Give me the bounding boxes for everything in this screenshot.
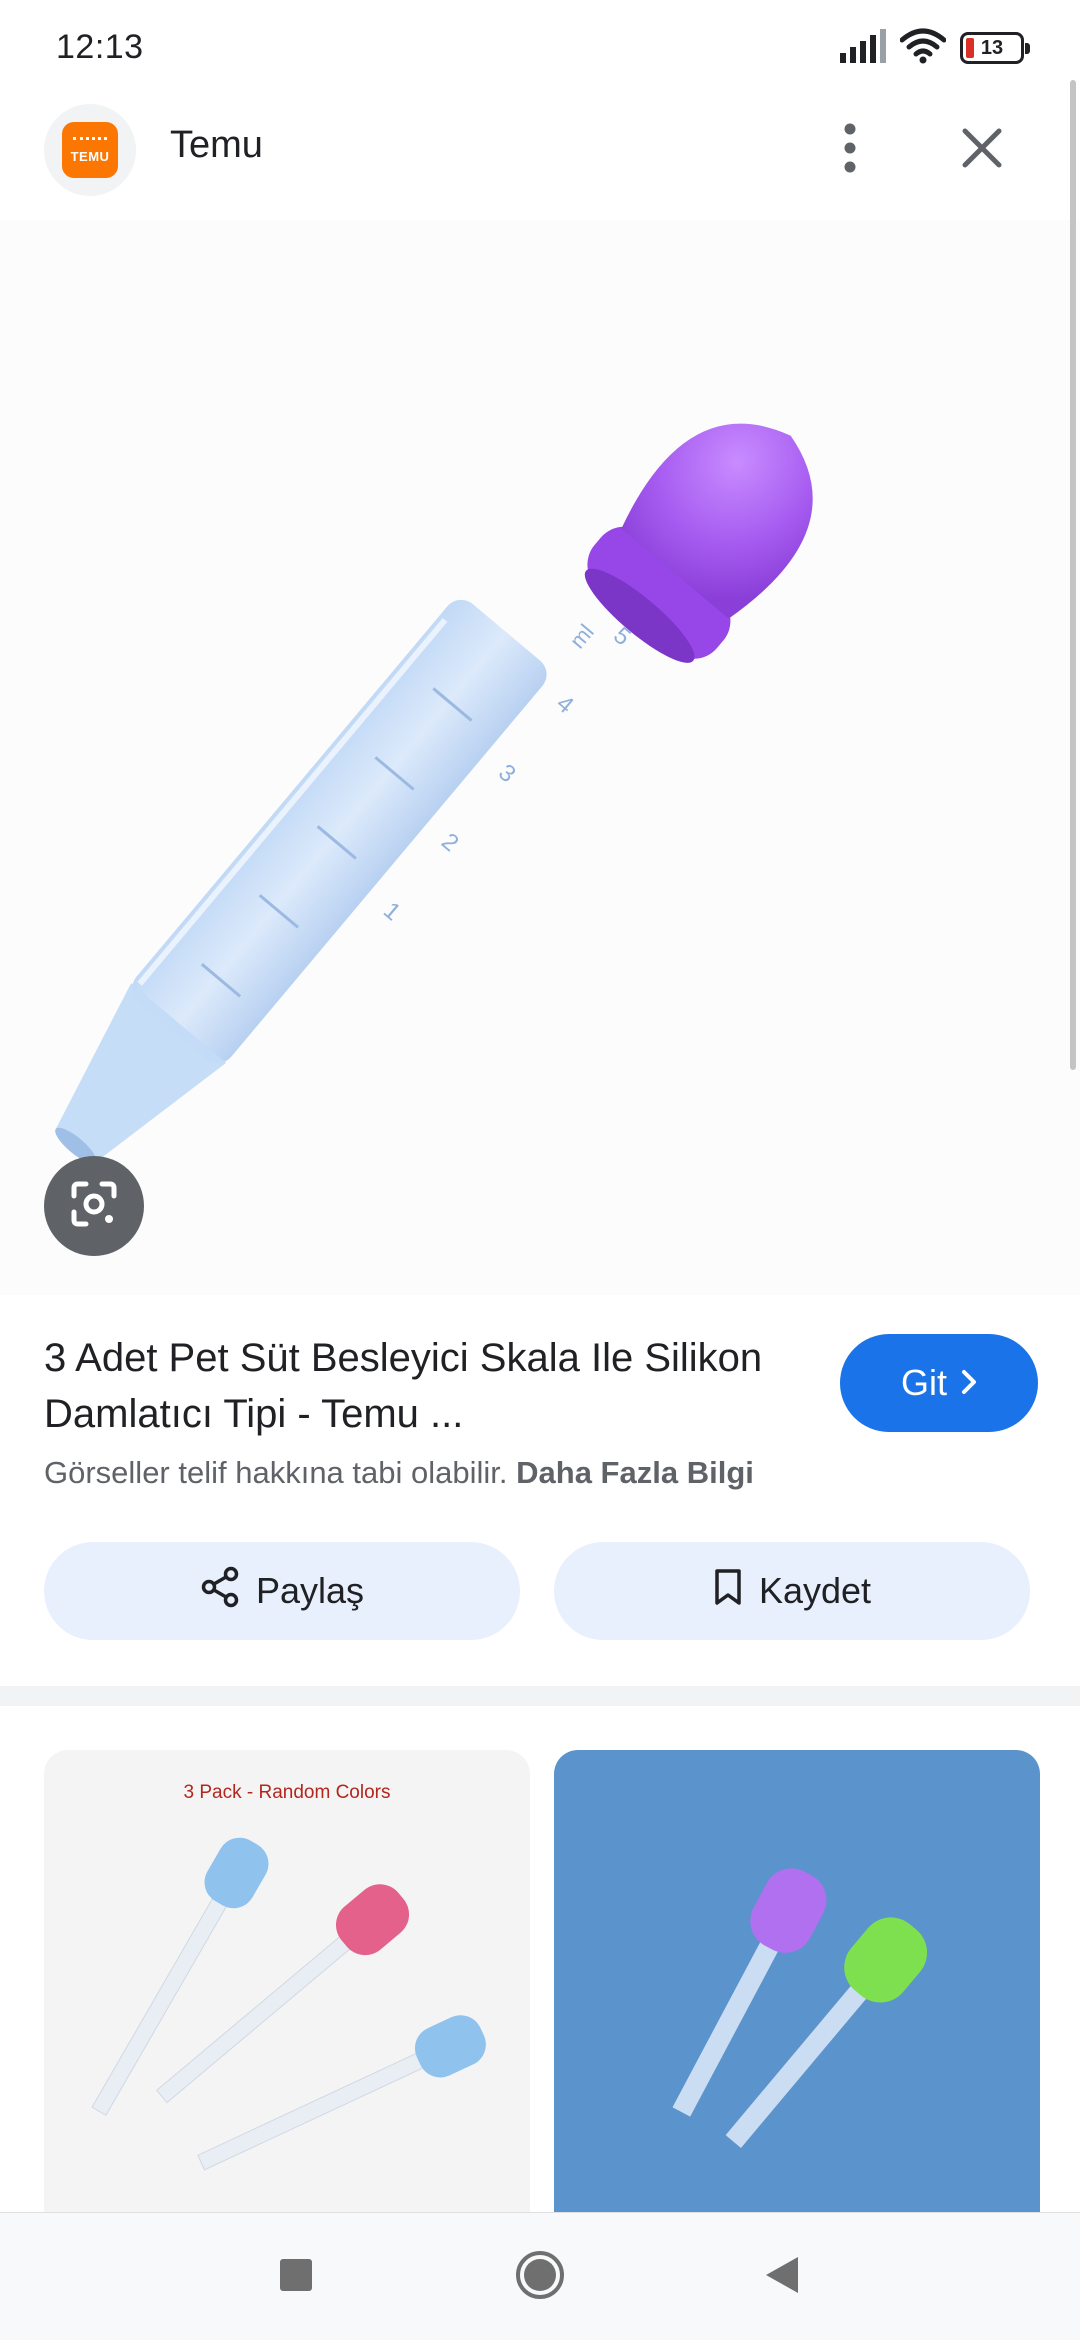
status-bar: 12:13 13	[0, 0, 1080, 92]
more-vert-icon	[843, 123, 857, 178]
temu-logo-icon: TEMU	[62, 122, 118, 178]
lens-search-button[interactable]	[44, 1156, 144, 1256]
square-icon	[279, 2258, 313, 2297]
scale-mark-2: 2	[436, 828, 464, 857]
related-image-card[interactable]: 3 Pack - Random Colors	[44, 1750, 530, 2220]
battery-level: 13	[980, 36, 1004, 59]
save-label: Kaydet	[758, 1570, 872, 1611]
scale-unit: ml	[565, 619, 599, 653]
triangle-back-icon	[764, 2255, 800, 2300]
battery-icon: 13	[960, 32, 1030, 64]
source-title[interactable]: Temu	[170, 124, 263, 167]
back-button[interactable]	[752, 2247, 812, 2307]
share-label: Paylaş	[255, 1570, 365, 1611]
related-image-card[interactable]	[554, 1750, 1040, 2220]
visit-button-label: Git	[900, 1362, 947, 1403]
viewer-header: TEMU Temu	[0, 92, 1080, 220]
more-options-button[interactable]	[820, 110, 880, 190]
section-divider	[0, 1686, 1080, 1706]
scale-mark-1: 1	[378, 897, 406, 926]
share-button[interactable]: Paylaş	[44, 1542, 520, 1640]
scale-mark-3: 3	[493, 759, 521, 788]
visit-button[interactable]: Git	[840, 1334, 1038, 1432]
product-image[interactable]: 5 4 3 2 1 ml	[0, 220, 1080, 1295]
scale-mark-4: 4	[551, 690, 579, 719]
bookmark-icon	[713, 1567, 743, 1616]
source-logo[interactable]: TEMU	[44, 104, 136, 196]
recents-button[interactable]	[266, 2247, 326, 2307]
wifi-icon	[899, 28, 947, 69]
close-icon	[961, 127, 1003, 174]
share-icon	[200, 1566, 240, 1617]
system-nav-bar	[0, 2212, 1080, 2340]
signal-icon	[840, 28, 886, 68]
save-button[interactable]: Kaydet	[554, 1542, 1030, 1640]
logo-text: TEMU	[70, 148, 110, 164]
google-lens-icon	[68, 1178, 120, 1235]
home-button[interactable]	[510, 2247, 570, 2307]
result-title[interactable]: 3 Adet Pet Süt Besleyici Skala Ile Silik…	[44, 1330, 804, 1442]
copyright-text: Görseller telif hakkına tabi olabilir.	[44, 1455, 508, 1490]
more-info-link[interactable]: Daha Fazla Bilgi	[516, 1455, 754, 1490]
chevron-right-icon	[961, 1362, 977, 1404]
close-button[interactable]	[950, 110, 1014, 190]
scrollbar[interactable]	[1070, 80, 1076, 1070]
circle-icon	[514, 2249, 566, 2306]
status-time: 12:13	[56, 28, 144, 66]
copyright-notice: Görseller telif hakkına tabi olabilir. D…	[44, 1455, 754, 1491]
status-icons: 13	[840, 28, 1030, 69]
